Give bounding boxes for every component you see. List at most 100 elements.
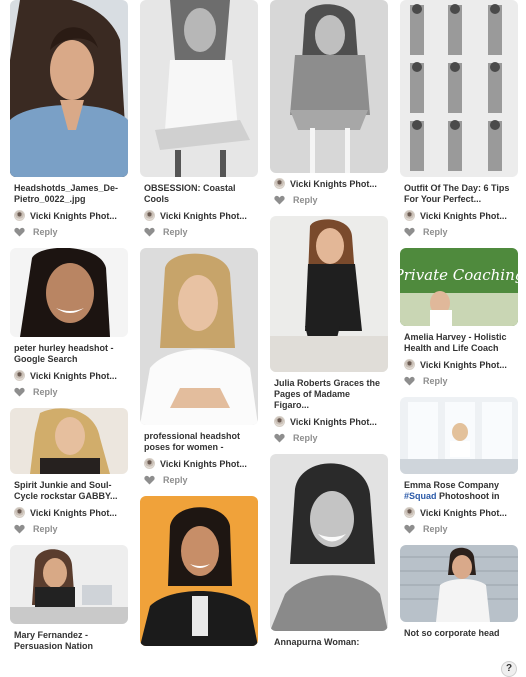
- pin-image[interactable]: [270, 216, 388, 372]
- reply-row[interactable]: Reply: [140, 225, 258, 238]
- pin-card[interactable]: Spirit Junkie and Soul-Cycle rockstar GA…: [10, 408, 128, 535]
- reply-button[interactable]: Reply: [33, 524, 58, 534]
- pin-board-link[interactable]: Vicki Knights Phot...: [140, 209, 258, 222]
- pin-column-4: Outfit Of The Day: 6 Tips For Your Perfe…: [400, 0, 518, 649]
- pin-description: OBSESSION: Coastal Cools: [144, 183, 236, 204]
- reply-button[interactable]: Reply: [33, 227, 58, 237]
- image-overlay-text: Private Coaching: [400, 266, 518, 284]
- pin-image[interactable]: [400, 0, 518, 177]
- heart-icon[interactable]: [274, 195, 285, 205]
- pin-description: Amelia Harvey - Holistic Health and Life…: [404, 332, 507, 353]
- pin-image[interactable]: [270, 0, 388, 173]
- reply-row[interactable]: Reply: [400, 225, 518, 238]
- reply-row[interactable]: Reply: [270, 193, 388, 206]
- heart-icon[interactable]: [14, 227, 25, 237]
- pin-card[interactable]: Outfit Of The Day: 6 Tips For Your Perfe…: [400, 0, 518, 238]
- pin-card[interactable]: Private Coaching Amelia Harvey - Holisti…: [400, 248, 518, 387]
- hashtag-link[interactable]: #Squad: [404, 491, 437, 501]
- pin-card[interactable]: professional headshot poses for women - …: [140, 248, 258, 486]
- pin-card[interactable]: Not so corporate head: [400, 545, 518, 639]
- board-name: Vicki Knights Phot...: [420, 210, 507, 221]
- pin-card[interactable]: Vicki Knights Phot... Reply: [270, 0, 388, 206]
- pin-card[interactable]: Annapurna Woman:: [270, 454, 388, 648]
- pin-board-link[interactable]: Vicki Knights Phot...: [400, 506, 518, 519]
- pin-card[interactable]: Mary Fernandez - Persuasion Nation: [10, 545, 128, 652]
- reply-row[interactable]: Reply: [400, 374, 518, 387]
- pin-image[interactable]: [270, 454, 388, 631]
- heart-icon[interactable]: [404, 376, 415, 386]
- pin-board-link[interactable]: Vicki Knights Phot...: [400, 358, 518, 371]
- reply-row[interactable]: Reply: [10, 225, 128, 238]
- reply-row[interactable]: Reply: [270, 431, 388, 444]
- avatar: [144, 210, 155, 221]
- avatar: [14, 210, 25, 221]
- pin-card[interactable]: Julia Roberts Graces the Pages of Madame…: [270, 216, 388, 444]
- pin-image[interactable]: [10, 545, 128, 624]
- pin-board-link[interactable]: Vicki Knights Phot...: [10, 209, 128, 222]
- reply-row[interactable]: Reply: [10, 385, 128, 398]
- reply-button[interactable]: Reply: [423, 376, 448, 386]
- reply-button[interactable]: Reply: [423, 227, 448, 237]
- pin-image[interactable]: [140, 496, 258, 646]
- avatar: [404, 507, 415, 518]
- reply-row[interactable]: Reply: [400, 522, 518, 535]
- pin-card[interactable]: Emma Rose Company #Squad Photoshoot in S…: [400, 397, 518, 535]
- pin-image[interactable]: Private Coaching: [400, 248, 518, 326]
- heart-icon[interactable]: [14, 524, 25, 534]
- avatar: [404, 210, 415, 221]
- reply-button[interactable]: Reply: [163, 475, 188, 485]
- board-name: Vicki Knights Phot...: [290, 416, 377, 427]
- heart-icon[interactable]: [274, 433, 285, 443]
- pin-board-link[interactable]: Vicki Knights Phot...: [10, 369, 128, 382]
- reply-button[interactable]: Reply: [293, 433, 318, 443]
- board-name: Vicki Knights Phot...: [290, 178, 377, 189]
- board-name: Vicki Knights Phot...: [30, 210, 117, 221]
- pin-description: Headshotds_James_De-Pietro_0022_.jpg: [14, 183, 119, 204]
- pin-column-3: Vicki Knights Phot... Reply Julia Robert…: [270, 0, 388, 658]
- pin-image[interactable]: [400, 397, 518, 474]
- heart-icon[interactable]: [144, 475, 155, 485]
- reply-button[interactable]: Reply: [293, 195, 318, 205]
- pin-card[interactable]: peter hurley headshot - Google Search Vi…: [10, 248, 128, 398]
- pin-card[interactable]: Headshotds_James_De-Pietro_0022_.jpg Vic…: [10, 0, 128, 238]
- pin-column-2: OBSESSION: Coastal Cools Vicki Knights P…: [140, 0, 258, 656]
- reply-button[interactable]: Reply: [33, 387, 58, 397]
- pin-image[interactable]: [140, 248, 258, 425]
- help-button[interactable]: ?: [501, 661, 517, 677]
- pin-image[interactable]: [10, 0, 128, 177]
- pin-image[interactable]: [140, 0, 258, 177]
- pin-description: Julia Roberts Graces the Pages of Madame…: [274, 378, 381, 410]
- pin-description: Spirit Junkie and Soul-Cycle rockstar GA…: [14, 480, 118, 501]
- pin-card[interactable]: OBSESSION: Coastal Cools Vicki Knights P…: [140, 0, 258, 238]
- pin-description: Outfit Of The Day: 6 Tips For Your Perfe…: [404, 183, 510, 204]
- heart-icon[interactable]: [404, 524, 415, 534]
- pin-image[interactable]: [400, 545, 518, 622]
- reply-button[interactable]: Reply: [163, 227, 188, 237]
- pin-image[interactable]: [10, 248, 128, 337]
- heart-icon[interactable]: [404, 227, 415, 237]
- heart-icon[interactable]: [14, 387, 25, 397]
- avatar: [14, 370, 25, 381]
- board-name: Vicki Knights Phot...: [420, 359, 507, 370]
- reply-row[interactable]: Reply: [10, 522, 128, 535]
- pin-board-link[interactable]: Vicki Knights Phot...: [140, 457, 258, 470]
- pin-column-1: Headshotds_James_De-Pietro_0022_.jpg Vic…: [10, 0, 128, 662]
- pin-board-link[interactable]: Vicki Knights Phot...: [400, 209, 518, 222]
- avatar: [14, 507, 25, 518]
- pin-image[interactable]: [10, 408, 128, 474]
- pin-board-link[interactable]: Vicki Knights Phot...: [10, 506, 128, 519]
- board-name: Vicki Knights Phot...: [420, 507, 507, 518]
- pin-description: Annapurna Woman:: [274, 637, 360, 647]
- reply-button[interactable]: Reply: [423, 524, 448, 534]
- avatar: [274, 178, 285, 189]
- board-name: Vicki Knights Phot...: [30, 370, 117, 381]
- avatar: [274, 416, 285, 427]
- pin-board-link[interactable]: Vicki Knights Phot...: [270, 177, 388, 190]
- heart-icon[interactable]: [144, 227, 155, 237]
- pin-card[interactable]: [140, 496, 258, 646]
- reply-row[interactable]: Reply: [140, 473, 258, 486]
- avatar: [144, 458, 155, 469]
- pin-board-link[interactable]: Vicki Knights Phot...: [270, 415, 388, 428]
- pin-description: Mary Fernandez - Persuasion Nation: [14, 630, 94, 651]
- pin-description: Not so corporate head: [404, 628, 500, 638]
